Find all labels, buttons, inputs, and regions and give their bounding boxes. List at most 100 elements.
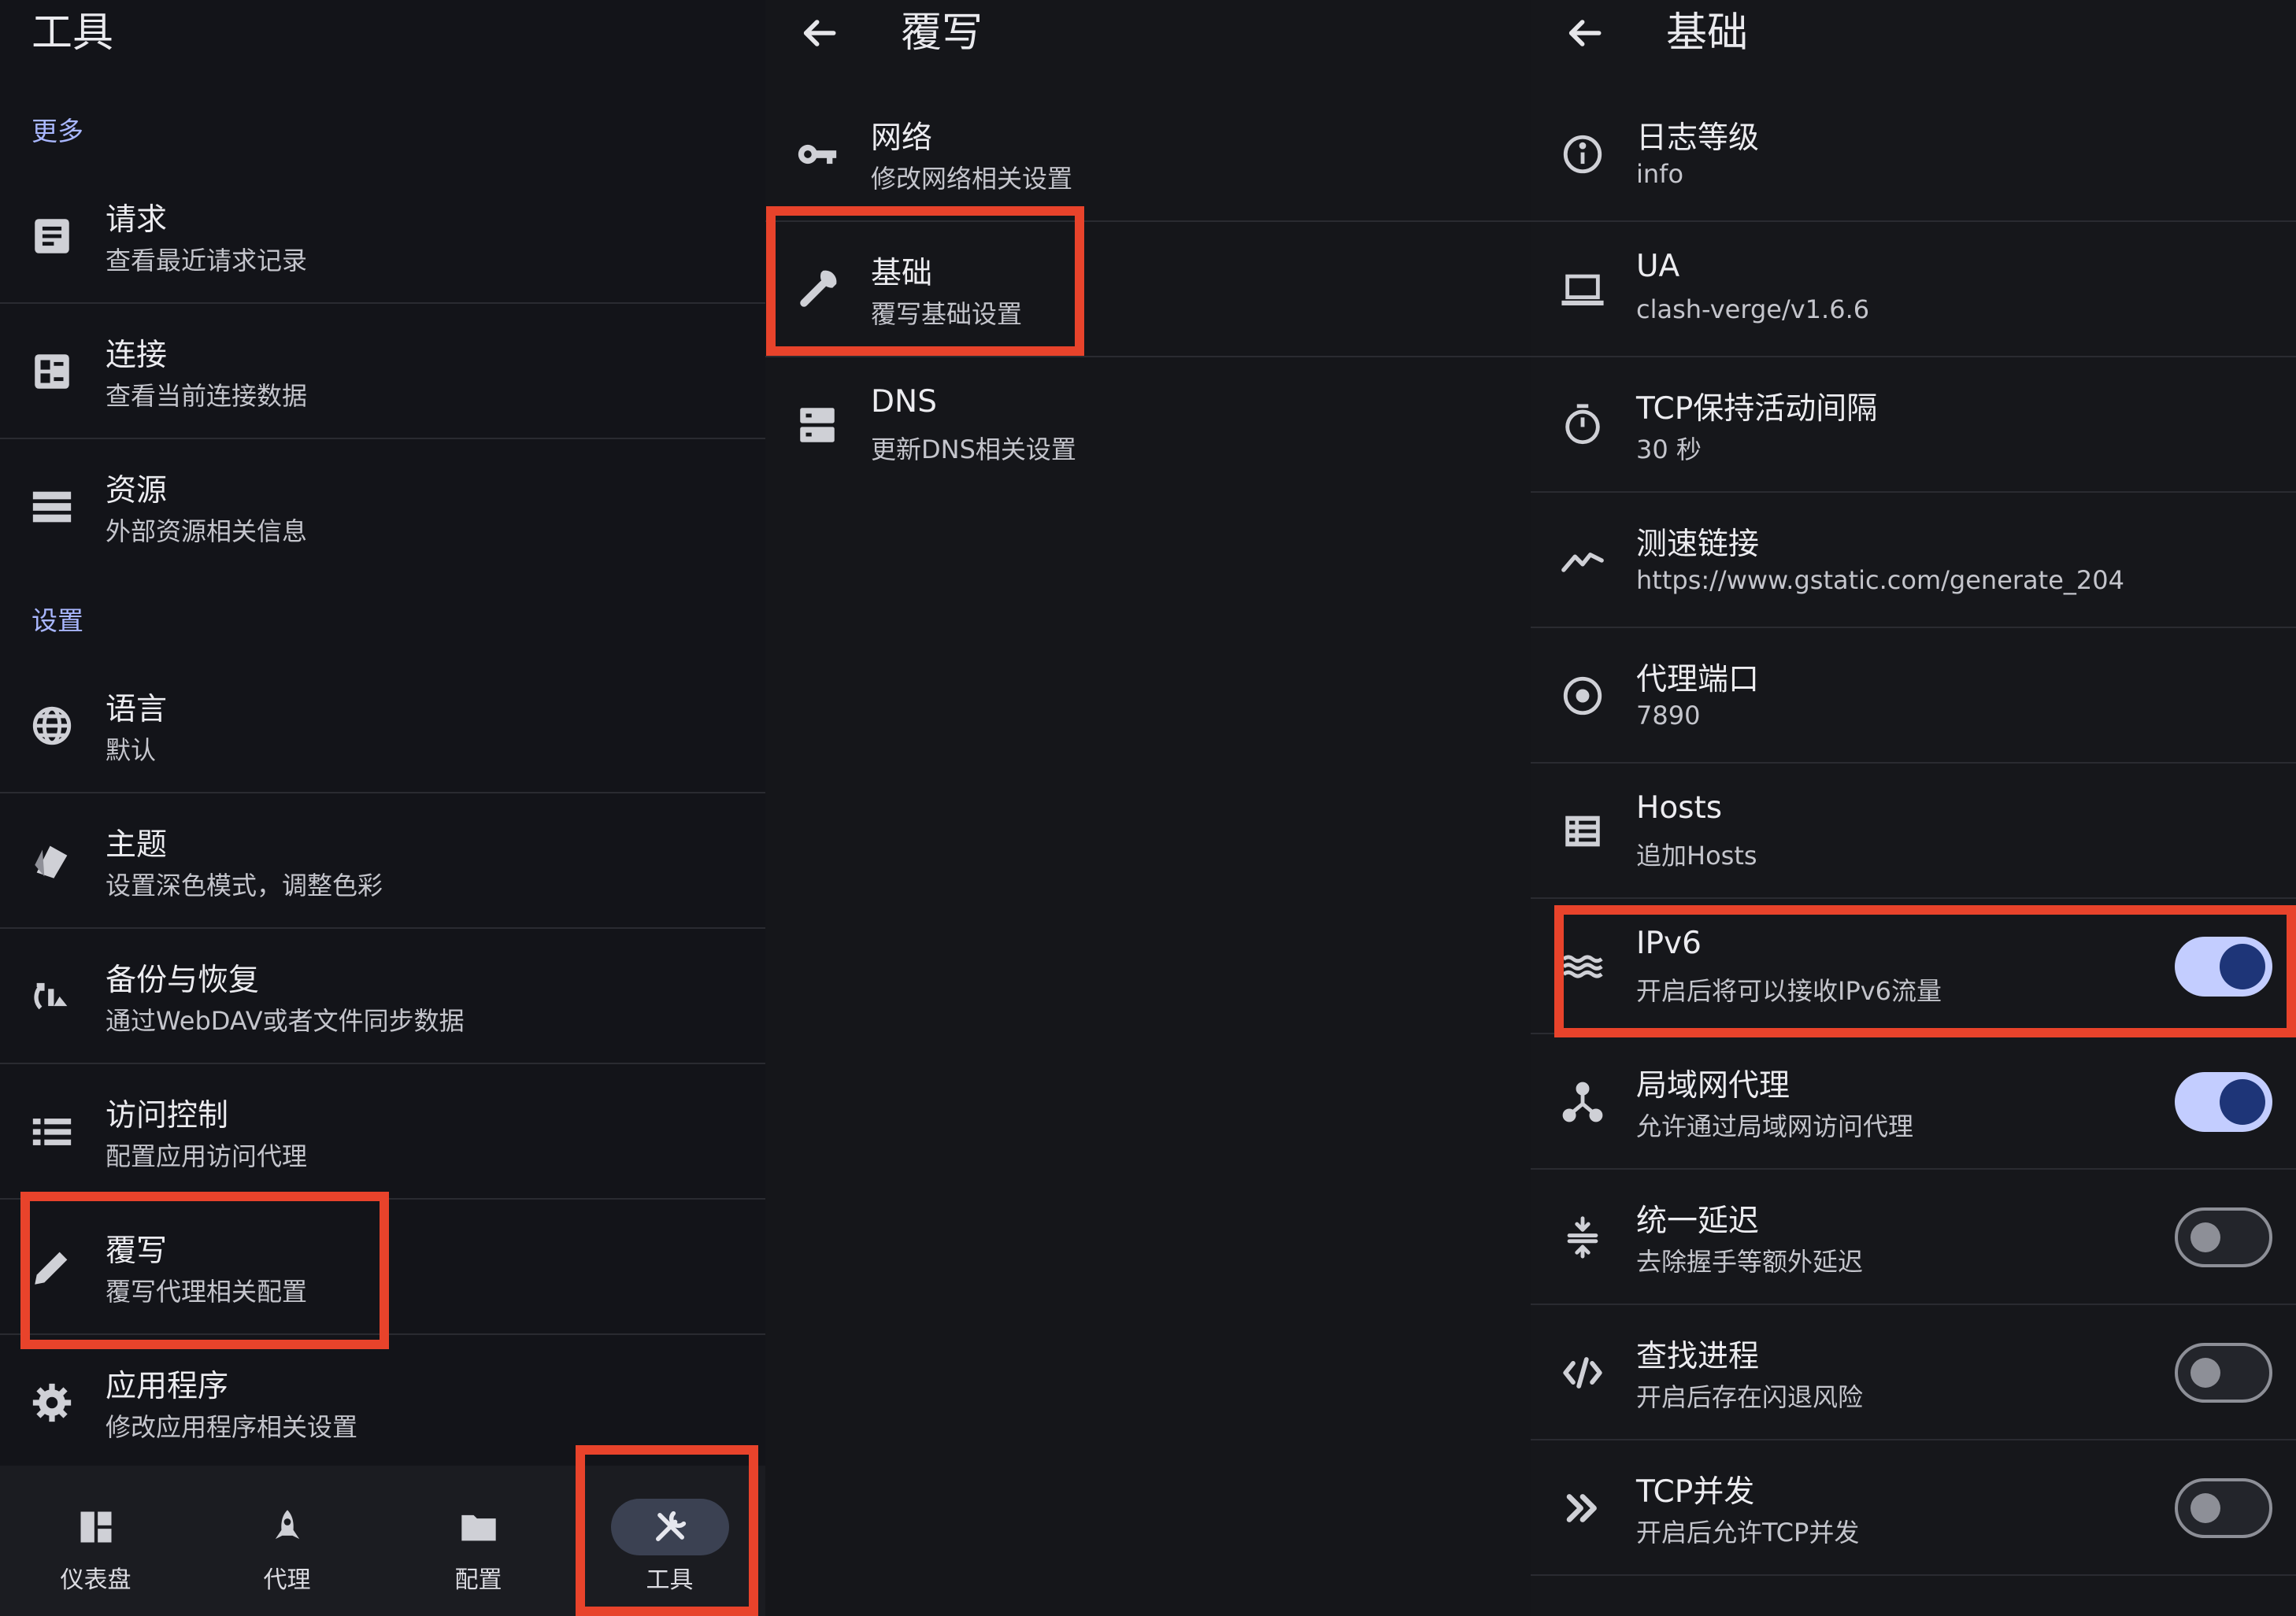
radio-target-icon <box>1553 666 1613 726</box>
connections-grid-icon <box>22 342 82 401</box>
item-subtitle: 通过WebDAV或者文件同步数据 <box>106 1006 465 1036</box>
tools-item-language[interactable]: 语言 默认 <box>0 658 765 793</box>
dns-server-icon <box>787 395 847 455</box>
item-subtitle: 覆写基础设置 <box>871 299 1023 329</box>
basic-item-find-process[interactable]: 查找进程 开启后存在闪退风险 <box>1531 1305 2296 1440</box>
back-arrow-icon[interactable] <box>797 11 841 55</box>
item-title: Hosts <box>1636 790 1723 826</box>
item-subtitle: 开启后允许TCP并发 <box>1636 1518 1860 1548</box>
item-title: 测速链接 <box>1636 527 1760 562</box>
override-item-dns[interactable]: DNS 更新DNS相关设置 <box>765 357 1531 493</box>
item-subtitle: 修改网络相关设置 <box>871 164 1073 194</box>
tools-item-override[interactable]: 覆写 覆写代理相关配置 <box>0 1200 765 1335</box>
item-subtitle: 查看当前连接数据 <box>106 381 308 411</box>
item-subtitle: clash-verge/v1.6.6 <box>1636 294 1870 324</box>
override-item-basic[interactable]: 基础 覆写基础设置 <box>765 222 1531 357</box>
basic-item-lan-proxy[interactable]: 局域网代理 允许通过局域网访问代理 <box>1531 1034 2296 1170</box>
tools-item-connections[interactable]: 连接 查看当前连接数据 <box>0 304 765 439</box>
pencil-icon <box>22 1237 82 1297</box>
tools-icon <box>610 1499 729 1555</box>
divider <box>1531 1574 2296 1576</box>
item-title: IPv6 <box>1636 926 1702 961</box>
nav-label: 代理 <box>263 1566 311 1594</box>
storage-list-icon <box>22 477 82 537</box>
tools-item-application[interactable]: 应用程序 修改应用程序相关设置 <box>0 1335 765 1470</box>
basic-item-tcp-concurrent[interactable]: TCP并发 开启后允许TCP并发 <box>1531 1440 2296 1576</box>
page-title: 工具 <box>31 9 114 57</box>
item-subtitle: 默认 <box>106 735 157 765</box>
nav-dashboard[interactable]: 仪表盘 <box>0 1466 191 1616</box>
item-title: 代理端口 <box>1636 662 1760 697</box>
item-title: 访问控制 <box>106 1098 229 1133</box>
tools-item-access-control[interactable]: 访问控制 配置应用访问代理 <box>0 1064 765 1200</box>
unified-delay-toggle[interactable] <box>2175 1207 2272 1267</box>
find-process-toggle[interactable] <box>2175 1343 2272 1403</box>
basic-item-ipv6[interactable]: IPv6 开启后将可以接收IPv6流量 <box>1531 899 2296 1034</box>
item-subtitle: 追加Hosts <box>1636 841 1757 871</box>
item-subtitle: 开启后将可以接收IPv6流量 <box>1636 976 1942 1006</box>
nav-profiles[interactable]: 配置 <box>383 1466 574 1616</box>
toggle-knob <box>2220 944 2265 989</box>
tools-screen: 工具 更多 请求 查看最近请求记录 连接 查看当前连接数据 资源 外部资源相关信… <box>0 0 765 1616</box>
basic-screen: 基础 日志等级 info UA clash-verge/v1.6.6 TCP保持… <box>1531 0 2296 1616</box>
override-topbar: 覆写 <box>765 0 1531 71</box>
nav-label: 工具 <box>646 1566 694 1594</box>
basic-item-ua[interactable]: UA clash-verge/v1.6.6 <box>1531 222 2296 357</box>
section-more-header: 更多 <box>31 116 83 146</box>
timer-icon <box>1553 395 1613 455</box>
page-title: 基础 <box>1666 9 1749 57</box>
item-subtitle: 去除握手等额外延迟 <box>1636 1247 1864 1277</box>
laptop-icon <box>1553 260 1613 320</box>
basic-item-unified-delay[interactable]: 统一延迟 去除握手等额外延迟 <box>1531 1170 2296 1305</box>
tools-item-resources[interactable]: 资源 外部资源相关信息 <box>0 439 765 575</box>
basic-item-proxy-port[interactable]: 代理端口 7890 <box>1531 628 2296 764</box>
tools-item-requests[interactable]: 请求 查看最近请求记录 <box>0 168 765 304</box>
item-subtitle: 30 秒 <box>1636 435 1702 464</box>
ipv6-toggle[interactable] <box>2175 937 2272 997</box>
item-title: 覆写 <box>106 1233 168 1269</box>
lan-proxy-toggle[interactable] <box>2175 1072 2272 1132</box>
item-title: 主题 <box>106 827 168 863</box>
item-title: 应用程序 <box>106 1369 229 1404</box>
bottom-navigation-bar: 仪表盘 代理 配置 工具 <box>0 1466 765 1616</box>
basic-item-tcp-keepalive[interactable]: TCP保持活动间隔 30 秒 <box>1531 357 2296 493</box>
item-title: TCP并发 <box>1636 1474 1755 1510</box>
item-title: 网络 <box>871 120 933 156</box>
item-title: 查找进程 <box>1636 1339 1760 1374</box>
folder-icon <box>420 1499 538 1555</box>
basic-item-hosts[interactable]: Hosts 追加Hosts <box>1531 764 2296 899</box>
nav-tools[interactable]: 工具 <box>574 1466 765 1616</box>
item-title: 连接 <box>106 338 168 373</box>
basic-item-speedtest-url[interactable]: 测速链接 https://www.gstatic.com/generate_20… <box>1531 493 2296 628</box>
item-subtitle: 开启后存在闪退风险 <box>1636 1382 1864 1412</box>
item-title: 日志等级 <box>1636 120 1760 156</box>
toggle-knob <box>2190 1493 2220 1523</box>
basic-item-log-level[interactable]: 日志等级 info <box>1531 87 2296 222</box>
palette-swatch-icon <box>22 831 82 891</box>
item-subtitle: 更新DNS相关设置 <box>871 435 1076 464</box>
item-subtitle: https://www.gstatic.com/generate_204 <box>1636 565 2124 595</box>
item-subtitle: info <box>1636 159 1684 189</box>
tools-item-theme[interactable]: 主题 设置深色模式，调整色彩 <box>0 793 765 929</box>
item-subtitle: 修改应用程序相关设置 <box>106 1412 358 1442</box>
dashboard-icon <box>37 1499 155 1555</box>
override-item-network[interactable]: 网络 修改网络相关设置 <box>765 87 1531 222</box>
item-subtitle: 允许通过局域网访问代理 <box>1636 1111 1914 1141</box>
trending-line-icon <box>1553 531 1613 590</box>
list-view-icon <box>22 1102 82 1162</box>
waves-icon <box>1553 937 1613 997</box>
document-list-icon <box>22 206 82 266</box>
item-title: UA <box>1636 249 1680 284</box>
back-arrow-icon[interactable] <box>1562 11 1606 55</box>
tcp-concurrent-toggle[interactable] <box>2175 1478 2272 1538</box>
nav-proxy[interactable]: 代理 <box>191 1466 383 1616</box>
item-title: 统一延迟 <box>1636 1204 1760 1239</box>
page-title: 覆写 <box>901 9 983 57</box>
toggle-knob <box>2190 1358 2220 1388</box>
network-hub-icon <box>1553 1072 1613 1132</box>
info-icon <box>1553 124 1613 184</box>
section-settings-header: 设置 <box>31 605 83 636</box>
wrench-icon <box>787 260 847 320</box>
tools-item-backup[interactable]: 备份与恢复 通过WebDAV或者文件同步数据 <box>0 929 765 1064</box>
item-subtitle: 覆写代理相关配置 <box>106 1277 308 1307</box>
